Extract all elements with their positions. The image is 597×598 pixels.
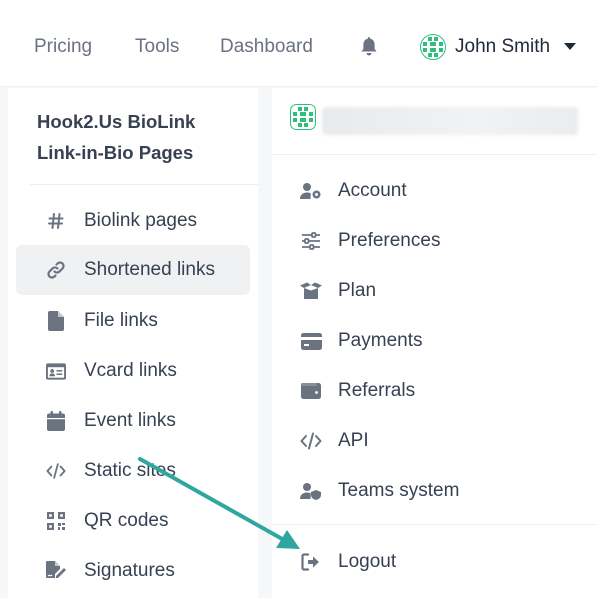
menu-item-api[interactable]: API bbox=[272, 416, 597, 466]
menu-item-teams-system[interactable]: Teams system bbox=[272, 466, 597, 516]
menu-item-payments[interactable]: Payments bbox=[272, 316, 597, 366]
sidebar-item-file-links[interactable]: File links bbox=[16, 296, 250, 346]
code-icon bbox=[46, 461, 66, 481]
sidebar-item-label: Vcard links bbox=[84, 360, 177, 381]
sign-out-icon bbox=[300, 552, 322, 572]
menu-item-label: Plan bbox=[338, 280, 377, 301]
blurred-email bbox=[322, 107, 578, 135]
brand-title-line2: Link-in-Bio Pages bbox=[37, 142, 194, 163]
nav-tools-link[interactable]: Tools bbox=[135, 36, 179, 58]
nav-dashboard-link[interactable]: Dashboard bbox=[220, 36, 313, 58]
menu-item-plan[interactable]: Plan bbox=[272, 266, 597, 316]
divider bbox=[272, 154, 597, 155]
sidebar-item-vcard-links[interactable]: Vcard links bbox=[16, 346, 250, 396]
code-icon bbox=[300, 431, 322, 451]
sidebar-item-label: Static sites bbox=[84, 460, 176, 481]
divider bbox=[272, 524, 597, 525]
menu-item-label: Preferences bbox=[338, 230, 441, 251]
menu-item-preferences[interactable]: Preferences bbox=[272, 216, 597, 266]
sliders-icon bbox=[300, 231, 322, 251]
sidebar-item-label: Signatures bbox=[84, 560, 175, 581]
file-icon bbox=[46, 311, 66, 331]
menu-item-label: Logout bbox=[338, 551, 397, 572]
sidebar-item-biolink-pages[interactable]: Biolink pages bbox=[16, 196, 250, 246]
menu-item-label: Payments bbox=[338, 330, 423, 351]
hash-icon bbox=[46, 211, 66, 231]
sidebar-item-signatures[interactable]: Signatures bbox=[16, 546, 250, 596]
caret-down-icon bbox=[564, 43, 577, 51]
calendar-icon bbox=[46, 411, 66, 431]
avatar bbox=[290, 104, 316, 130]
qrcode-icon bbox=[46, 511, 66, 531]
sidebar-item-label: QR codes bbox=[84, 510, 169, 531]
sidebar-item-event-links[interactable]: Event links bbox=[16, 396, 250, 446]
dropdown-header bbox=[290, 104, 316, 130]
user-name: John Smith bbox=[455, 36, 551, 57]
link-icon bbox=[46, 260, 66, 280]
sidebar-brand[interactable]: Hook2.Us BioLink Link-in-Bio Pages bbox=[37, 106, 195, 168]
user-dropdown-menu: Account Preferences Plan Payments Referr… bbox=[272, 88, 597, 598]
user-menu-toggle[interactable]: John Smith bbox=[420, 33, 577, 61]
avatar bbox=[420, 34, 446, 60]
menu-item-account[interactable]: Account bbox=[272, 166, 597, 216]
menu-item-label: Teams system bbox=[338, 480, 460, 501]
sidebar-item-label: File links bbox=[84, 310, 158, 331]
id-card-icon bbox=[46, 361, 66, 381]
sidebar-item-qr-codes[interactable]: QR codes bbox=[16, 496, 250, 546]
sidebar: Hook2.Us BioLink Link-in-Bio Pages Bioli… bbox=[8, 88, 258, 598]
sidebar-item-label: Event links bbox=[84, 410, 176, 431]
menu-item-logout[interactable]: Logout bbox=[272, 537, 597, 587]
nav-pricing-link[interactable]: Pricing bbox=[34, 36, 92, 58]
bell-icon[interactable] bbox=[358, 36, 380, 58]
menu-item-label: Referrals bbox=[338, 380, 416, 401]
box-open-icon bbox=[300, 281, 322, 301]
top-navbar: Pricing Tools Dashboard John Smith bbox=[0, 0, 597, 87]
menu-item-label: Account bbox=[338, 180, 407, 201]
menu-item-label: API bbox=[338, 430, 369, 451]
divider bbox=[30, 184, 258, 185]
brand-title-line1: Hook2.Us BioLink bbox=[37, 111, 196, 132]
menu-item-referrals[interactable]: Referrals bbox=[272, 366, 597, 416]
sidebar-item-label: Shortened links bbox=[84, 259, 215, 280]
sidebar-item-shortened-links[interactable]: Shortened links bbox=[16, 245, 250, 295]
user-shield-icon bbox=[300, 481, 322, 501]
file-signature-icon bbox=[46, 561, 66, 581]
credit-card-icon bbox=[300, 331, 322, 351]
wallet-icon bbox=[300, 381, 322, 401]
sidebar-item-static-sites[interactable]: Static sites bbox=[16, 446, 250, 496]
sidebar-item-label: Biolink pages bbox=[84, 210, 198, 231]
user-cog-icon bbox=[300, 181, 322, 201]
